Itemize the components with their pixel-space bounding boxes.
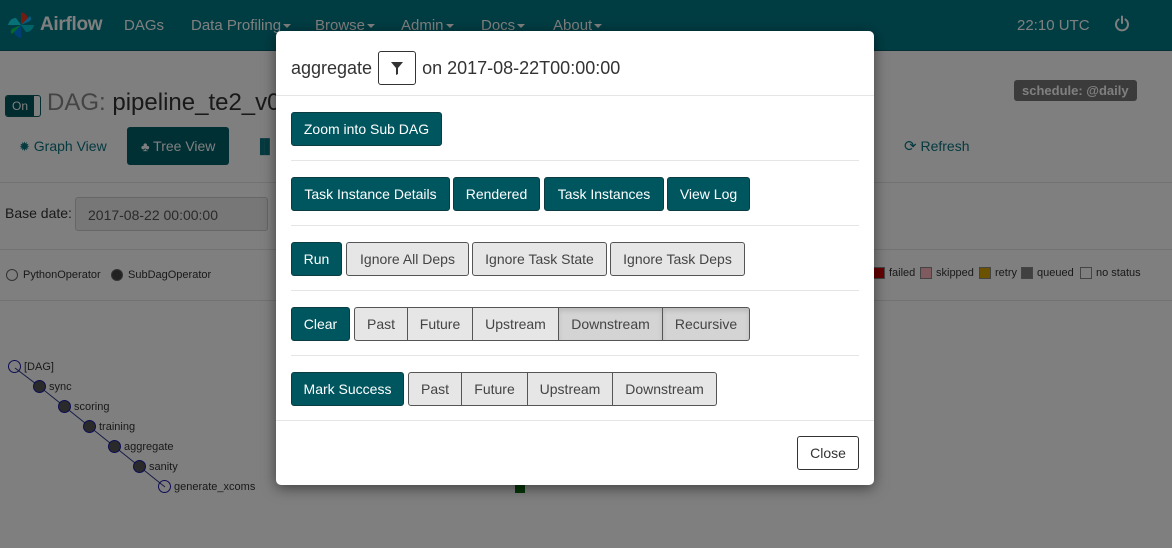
task-instance-details-button[interactable]: Task Instance Details — [291, 177, 450, 211]
zoom-into-subdag-button[interactable]: Zoom into Sub DAG — [291, 112, 442, 146]
ignore-task-state-toggle[interactable]: Ignore Task State — [472, 242, 607, 276]
clear-future-toggle[interactable]: Future — [408, 307, 473, 341]
modal-header: aggregate on 2017-08-22T00:00:00 — [276, 31, 874, 96]
run-button[interactable]: Run — [291, 242, 342, 276]
close-button[interactable]: Close — [797, 436, 859, 470]
rendered-button[interactable]: Rendered — [453, 177, 540, 211]
mark-downstream-toggle[interactable]: Downstream — [613, 372, 717, 406]
section-divider — [291, 225, 859, 226]
clear-button[interactable]: Clear — [291, 307, 350, 341]
section-divider — [291, 160, 859, 161]
mark-success-button[interactable]: Mark Success — [291, 372, 404, 406]
modal-title: aggregate on 2017-08-22T00:00:00 — [291, 51, 620, 85]
clear-downstream-toggle[interactable]: Downstream — [559, 307, 663, 341]
task-name: aggregate — [291, 57, 373, 78]
filter-icon — [391, 62, 404, 75]
modal-footer-divider — [276, 420, 874, 421]
filter-upstream-button[interactable] — [378, 51, 417, 85]
mark-past-toggle[interactable]: Past — [408, 372, 462, 406]
section-divider — [291, 355, 859, 356]
clear-upstream-toggle[interactable]: Upstream — [473, 307, 559, 341]
clear-recursive-toggle[interactable]: Recursive — [663, 307, 750, 341]
execution-date-text: on 2017-08-22T00:00:00 — [422, 57, 621, 78]
view-log-button[interactable]: View Log — [667, 177, 750, 211]
ignore-task-deps-toggle[interactable]: Ignore Task Deps — [610, 242, 745, 276]
section-divider — [291, 290, 859, 291]
task-actions-modal: aggregate on 2017-08-22T00:00:00 Zoom in… — [276, 31, 874, 485]
clear-past-toggle[interactable]: Past — [354, 307, 408, 341]
mark-future-toggle[interactable]: Future — [462, 372, 528, 406]
ignore-all-deps-toggle[interactable]: Ignore All Deps — [346, 242, 469, 276]
mark-upstream-toggle[interactable]: Upstream — [528, 372, 613, 406]
task-instances-button[interactable]: Task Instances — [544, 177, 664, 211]
